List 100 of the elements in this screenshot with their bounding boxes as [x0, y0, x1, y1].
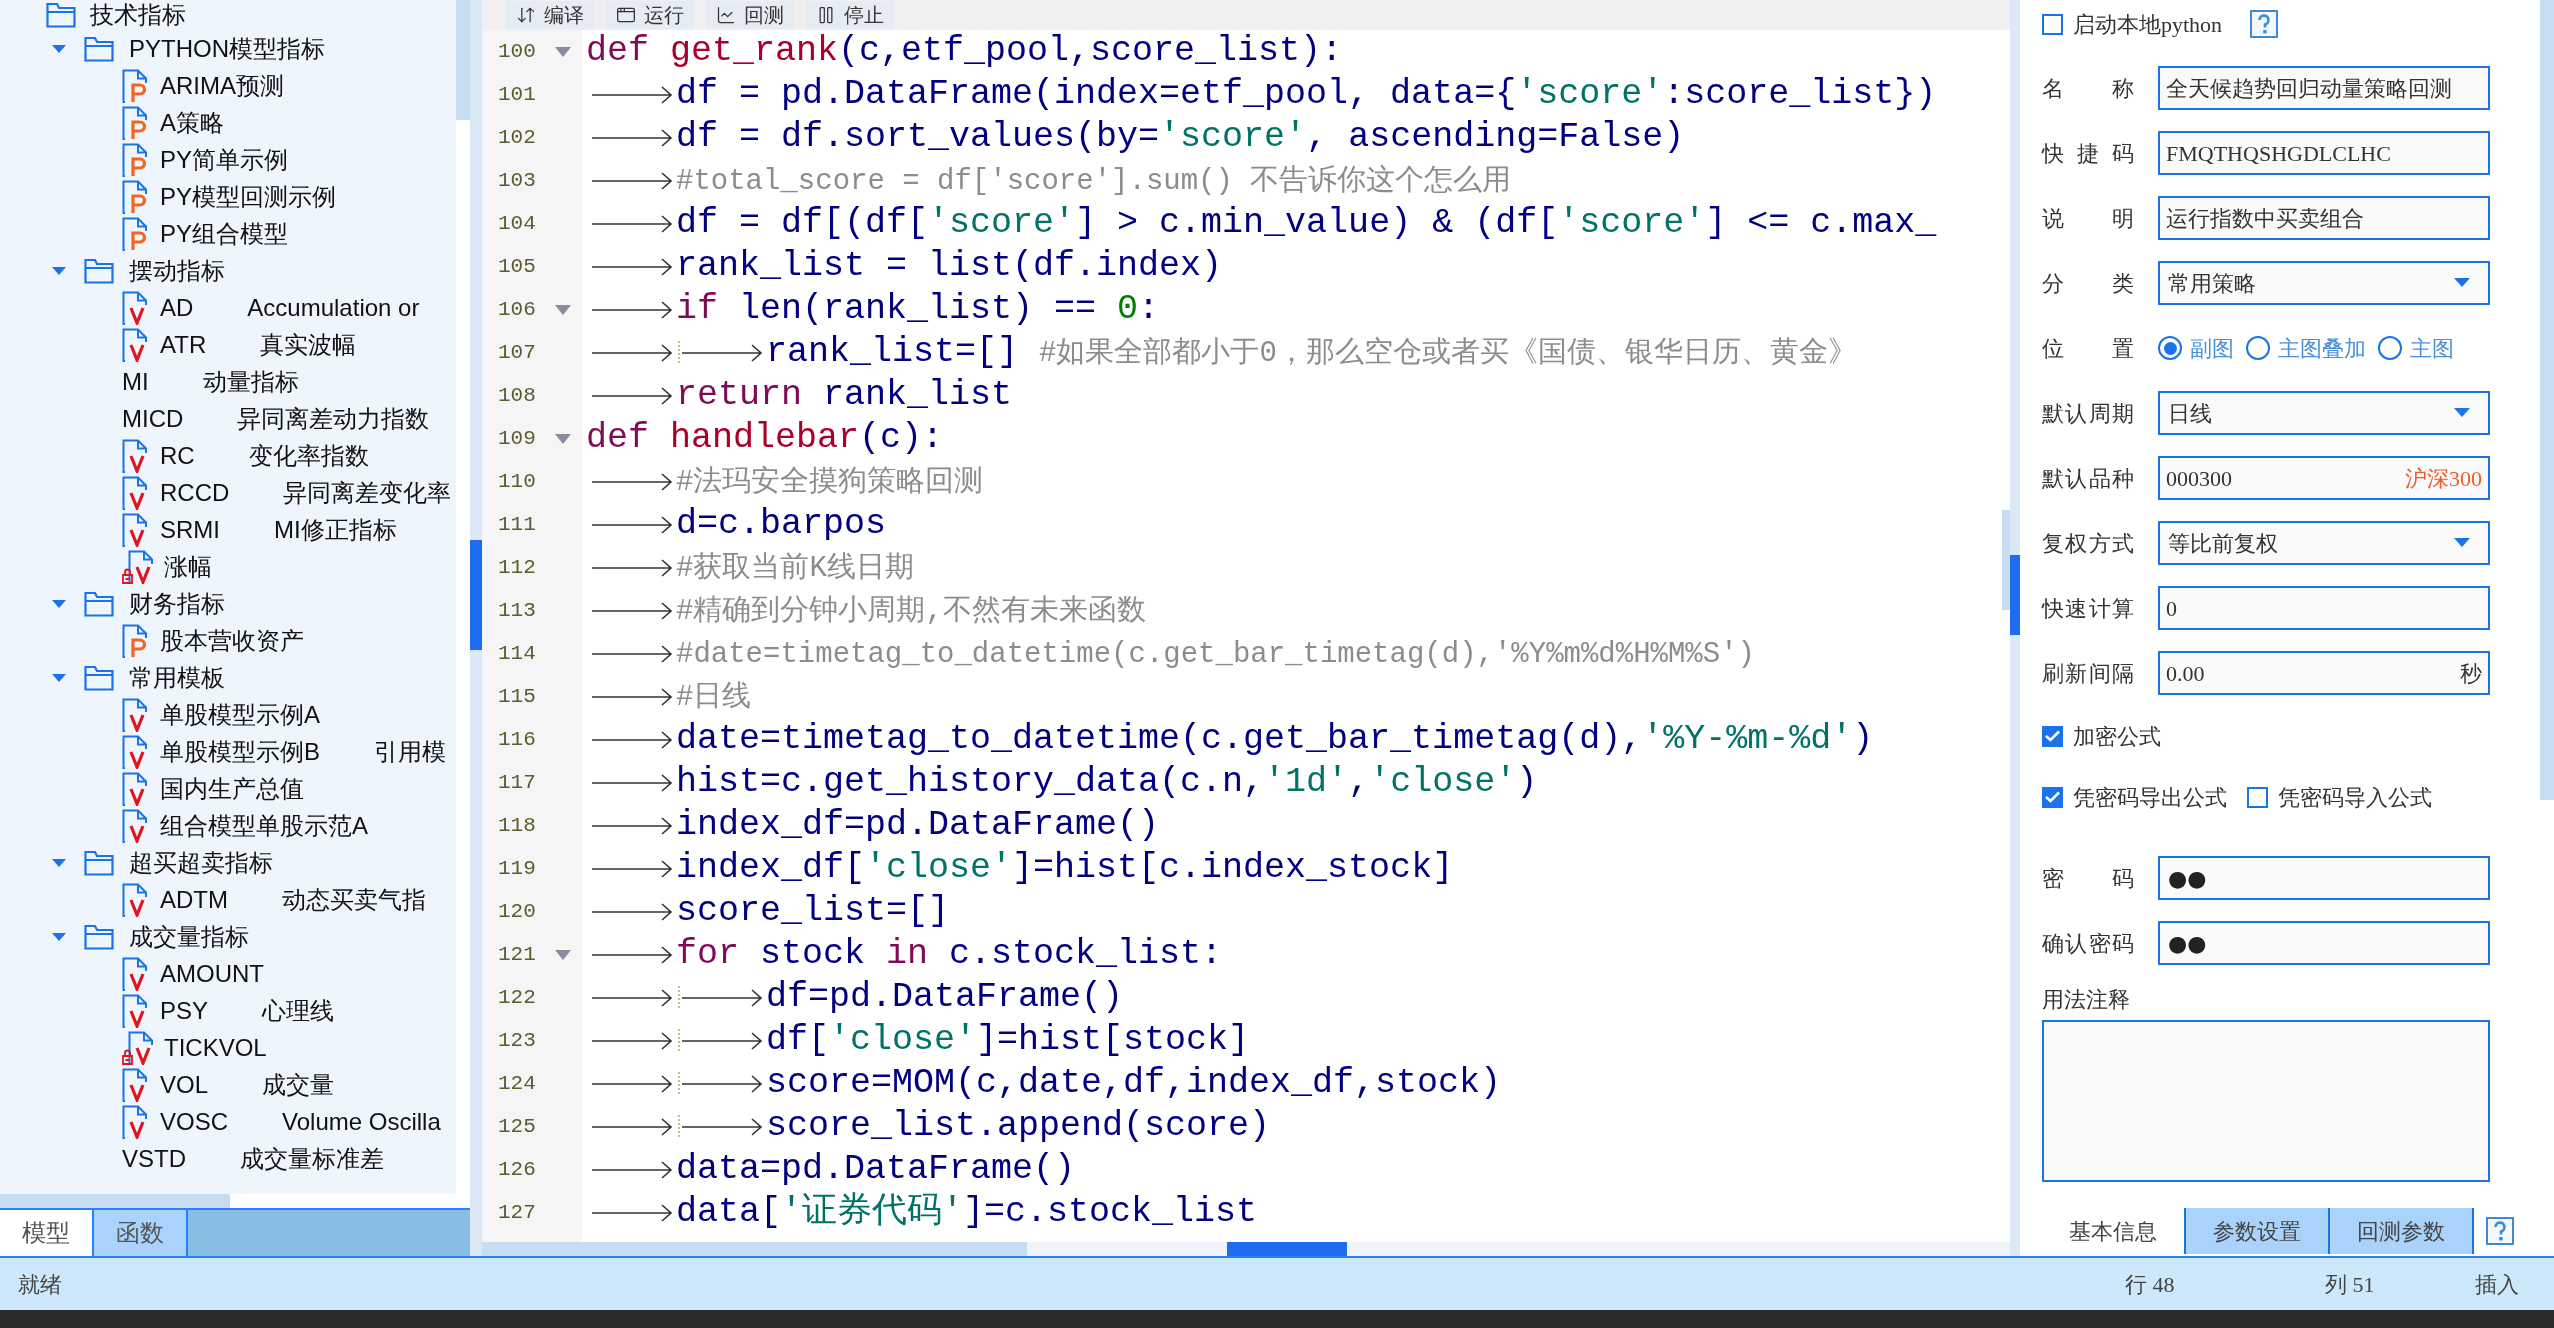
- formula-file-icon: [122, 771, 150, 806]
- text-field[interactable]: 0: [2158, 586, 2490, 630]
- locked-file-icon: [122, 1030, 156, 1065]
- formula-file-icon: [122, 327, 150, 362]
- line-number: 125: [498, 1113, 537, 1140]
- caret-icon: [2454, 538, 2470, 548]
- radio-button[interactable]: [2158, 336, 2182, 360]
- line-number: 101: [498, 81, 537, 108]
- text-field[interactable]: 全天候趋势回归动量策略回测: [2158, 66, 2490, 110]
- checkbox[interactable]: [2247, 786, 2268, 808]
- checkbox[interactable]: [2042, 725, 2063, 747]
- formula-file-icon: [122, 1067, 150, 1102]
- splitter-handle[interactable]: [470, 540, 482, 650]
- fold-icon[interactable]: [554, 948, 572, 961]
- formula-file-icon: [122, 734, 150, 769]
- tree-item[interactable]: ADTM 动态买卖气指: [0, 881, 456, 918]
- checkbox[interactable]: [2042, 13, 2063, 35]
- text-field[interactable]: 运行指数中买卖组合: [2158, 196, 2490, 240]
- help-icon[interactable]: [2486, 1217, 2514, 1245]
- tree-item[interactable]: 组合模型单股示范A: [0, 807, 456, 844]
- notes-textarea[interactable]: [2042, 1020, 2490, 1182]
- tree-item[interactable]: VOL 成交量: [0, 1066, 456, 1103]
- tree-item[interactable]: PSY 心理线: [0, 992, 456, 1029]
- password-field[interactable]: ●●: [2158, 856, 2490, 900]
- tree-group[interactable]: 成交量指标: [0, 918, 456, 955]
- line-number: 105: [498, 253, 537, 280]
- radio-label: 主图叠加: [2278, 334, 2366, 363]
- tree-item[interactable]: VSTD 成交量标准差: [0, 1140, 456, 1177]
- radio-button[interactable]: [2246, 336, 2270, 360]
- panel-tab[interactable]: 参数设置: [2186, 1208, 2330, 1254]
- formula-file-icon: [122, 438, 150, 473]
- tree-group[interactable]: 技术指标: [0, 0, 456, 30]
- text-field[interactable]: 0.00 秒: [2158, 651, 2490, 695]
- horizontal-scrollbar[interactable]: [0, 1194, 456, 1208]
- toolbar-button[interactable]: 停止: [806, 1, 894, 29]
- password-field[interactable]: ●●: [2158, 921, 2490, 965]
- code-text: df = df[(df['score'] > c.min_value) & (df['score'] <= c.max_: [676, 202, 1937, 245]
- tree-item[interactable]: PY组合模型: [0, 215, 456, 252]
- radio-label: 副图: [2190, 334, 2234, 363]
- tree-item[interactable]: ATR 真实波幅: [0, 326, 456, 363]
- fold-icon[interactable]: [554, 432, 572, 445]
- field-label: 复权方式: [2042, 529, 2134, 558]
- tree-item[interactable]: PY简单示例: [0, 141, 456, 178]
- line-number: 114: [498, 640, 537, 667]
- splitter-handle[interactable]: [2010, 555, 2020, 635]
- panel-tab[interactable]: 函数: [94, 1210, 188, 1256]
- tree-item[interactable]: 股本营收资产: [0, 622, 456, 659]
- tree-group[interactable]: 超买超卖指标: [0, 844, 456, 881]
- tree-item[interactable]: AD Accumulation or: [0, 289, 456, 326]
- tree-group[interactable]: 财务指标: [0, 585, 456, 622]
- panel-tab[interactable]: 回测参数: [2330, 1208, 2474, 1254]
- tree-item[interactable]: RCCD 异同离差变化率: [0, 474, 456, 511]
- help-icon[interactable]: [2250, 10, 2279, 38]
- tree-item[interactable]: MICD 异同离差动力指数: [0, 400, 456, 437]
- fold-icon[interactable]: [554, 45, 572, 58]
- dropdown[interactable]: 日线: [2158, 391, 2490, 435]
- field-label: 快速计算: [2042, 594, 2134, 623]
- checkbox[interactable]: [2042, 786, 2063, 808]
- code-text: if len(rank_list) == 0:: [676, 288, 1160, 331]
- toolbar-button[interactable]: 运行: [606, 1, 694, 29]
- vertical-scrollbar[interactable]: [456, 0, 470, 1208]
- text-field[interactable]: FMQTHQSHGDLCLHC: [2158, 131, 2490, 175]
- tree-group[interactable]: 常用模板: [0, 659, 456, 696]
- radio-button[interactable]: [2378, 336, 2402, 360]
- horizontal-scrollbar[interactable]: [482, 1242, 2010, 1256]
- tree-item[interactable]: 国内生产总值: [0, 770, 456, 807]
- folder-icon: [84, 257, 114, 284]
- tree-item[interactable]: AMOUNT: [0, 955, 456, 992]
- folder-icon: [84, 35, 114, 62]
- toolbar-button[interactable]: 编译: [506, 1, 594, 29]
- tree-item[interactable]: 单股模型示例B 引用模: [0, 733, 456, 770]
- toolbar-button[interactable]: 回测: [706, 1, 794, 29]
- tree-item[interactable]: ARIMA预测: [0, 67, 456, 104]
- python-file-icon: [122, 68, 150, 103]
- tree-group[interactable]: 摆动指标: [0, 252, 456, 289]
- code-text: def handlebar(c):: [586, 417, 944, 460]
- dropdown[interactable]: 常用策略: [2158, 261, 2490, 305]
- tree-item[interactable]: 单股模型示例A: [0, 696, 456, 733]
- line-number: 119: [498, 855, 537, 882]
- status-row-text: 行 48: [2125, 1270, 2176, 1299]
- checkbox-label: 加密公式: [2073, 722, 2161, 751]
- panel-tab[interactable]: 模型: [0, 1210, 94, 1256]
- line-number: 112: [498, 554, 537, 581]
- code-text: rank_list = list(df.index): [676, 245, 1223, 288]
- code-text: rank_list=[] #如果全部都小于0，那么空仓或者买《国债、银华日历、黄金》: [766, 330, 1857, 374]
- tree-item[interactable]: PY模型回测示例: [0, 178, 456, 215]
- tree-item[interactable]: RC 变化率指数: [0, 437, 456, 474]
- text-field[interactable]: 000300 沪深300: [2158, 456, 2490, 500]
- tree-item[interactable]: SRMI MI修正指标: [0, 511, 456, 548]
- tree-item[interactable]: TICKVOL: [0, 1029, 456, 1066]
- tree-item[interactable]: MI 动量指标: [0, 363, 456, 400]
- tree-item[interactable]: VOSC Volume Oscilla: [0, 1103, 456, 1140]
- python-file-icon: [122, 179, 150, 214]
- tree-item[interactable]: A策略: [0, 104, 456, 141]
- fold-icon[interactable]: [554, 303, 572, 316]
- tree-item[interactable]: 涨幅: [0, 548, 456, 585]
- caret-icon: [2454, 278, 2470, 288]
- tree-group[interactable]: PYTHON模型指标: [0, 30, 456, 67]
- dropdown[interactable]: 等比前复权: [2158, 521, 2490, 565]
- code-text: #date=timetag_to_datetime(c.get_bar_timetag(d),'%Y%m%d%H%M%S'): [676, 636, 1755, 673]
